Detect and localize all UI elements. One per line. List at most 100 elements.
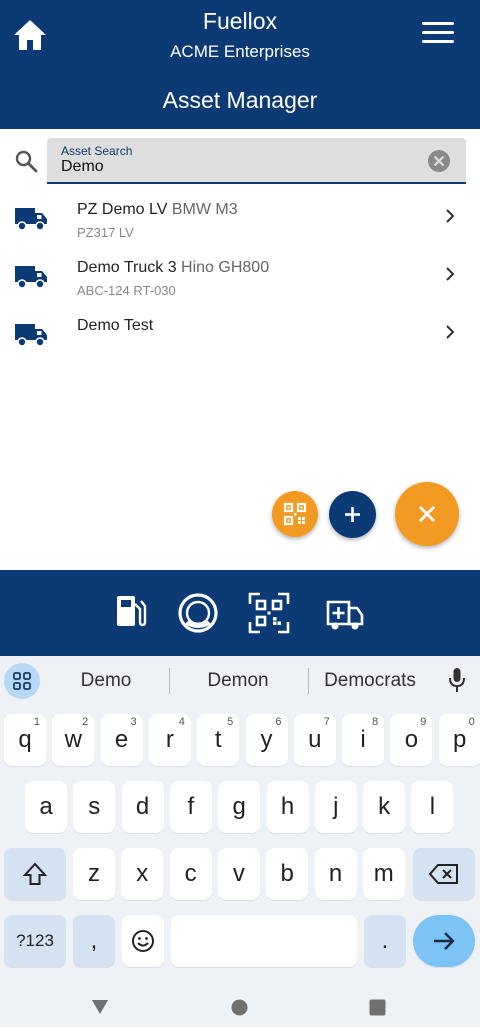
suggestion-divider	[308, 668, 309, 694]
key-label: j	[333, 793, 339, 820]
ambulance-icon[interactable]	[326, 592, 364, 634]
search-label: Asset Search	[61, 144, 133, 158]
suggestion-1[interactable]: Demo	[56, 670, 156, 692]
add-asset-button[interactable]	[329, 491, 376, 538]
key-hint: 3	[130, 716, 137, 728]
asset-title: PZ Demo LV BMW M3	[77, 201, 238, 219]
key-y[interactable]: y6	[245, 714, 288, 766]
key-label: p	[453, 726, 467, 753]
truck-icon	[14, 264, 48, 290]
key-l[interactable]: l	[411, 781, 454, 833]
key-u[interactable]: u7	[293, 714, 336, 766]
key-label: i	[360, 726, 366, 753]
space-key[interactable]	[171, 915, 357, 967]
clear-search-button[interactable]	[428, 150, 450, 172]
keyboard-apps-button[interactable]	[4, 663, 40, 699]
key-hint: 2	[82, 716, 89, 728]
truck-icon	[14, 322, 48, 348]
key-v[interactable]: v	[217, 848, 260, 900]
asset-row[interactable]: PZ Demo LV BMW M3 PZ317 LV	[0, 200, 480, 256]
suggestion-bar: Demo Demon Democrats	[0, 656, 480, 706]
scan-qr-button[interactable]	[272, 491, 318, 537]
asset-name: Demo Truck 3	[77, 259, 177, 276]
key-s[interactable]: s	[73, 781, 116, 833]
key-f[interactable]: f	[169, 781, 212, 833]
fuel-pump-icon[interactable]	[114, 592, 148, 634]
key-label: z	[88, 860, 100, 887]
key-hint: 8	[371, 716, 379, 728]
suggestion-3[interactable]: Democrats	[314, 670, 426, 692]
key-label: q	[18, 726, 32, 753]
key-p[interactable]: p0	[438, 714, 480, 766]
key-label: c	[184, 860, 197, 887]
shift-icon	[22, 862, 48, 885]
suggestion-2[interactable]: Demon	[182, 670, 294, 692]
asset-search-input[interactable]: Asset Search Demo	[47, 138, 466, 184]
shift-key[interactable]	[4, 848, 66, 900]
app-header: Fuellox ACME Enterprises Asset Manager	[0, 0, 480, 129]
asset-registration: ABC-124 RT-030	[77, 283, 176, 298]
close-icon	[433, 155, 445, 167]
search-value[interactable]: Demo	[61, 158, 104, 176]
key-a[interactable]: a	[25, 781, 67, 833]
key-label: b	[280, 860, 294, 887]
key-label: .	[381, 927, 389, 954]
key-w[interactable]: w2	[52, 714, 95, 766]
emoji-key[interactable]	[122, 915, 164, 967]
app-title: Fuellox	[202, 8, 278, 34]
key-m[interactable]: m	[362, 848, 405, 900]
key-label: m	[373, 860, 394, 887]
key-hint: 6	[275, 716, 282, 728]
key-label: v	[232, 860, 245, 887]
voice-input-button[interactable]	[448, 667, 466, 693]
key-r[interactable]: r4	[148, 714, 191, 766]
key-q[interactable]: q1	[4, 714, 46, 766]
key-hint: 5	[227, 716, 234, 728]
key-k[interactable]: k	[363, 781, 406, 833]
asset-row[interactable]: Demo Test	[0, 316, 480, 372]
key-z[interactable]: z	[73, 848, 115, 900]
symbols-key[interactable]: ?123	[4, 915, 66, 967]
key-g[interactable]: g	[218, 781, 261, 833]
key-label: d	[135, 793, 150, 820]
home-nav-icon[interactable]	[231, 999, 248, 1016]
key-label: y	[260, 726, 273, 753]
key-x[interactable]: x	[121, 848, 164, 900]
recents-nav-icon[interactable]	[369, 999, 386, 1016]
backspace-key[interactable]	[413, 848, 475, 900]
qr-scan-icon[interactable]	[248, 592, 290, 634]
key-d[interactable]: d	[121, 781, 164, 833]
chevron-right-icon	[443, 208, 457, 224]
arrow-right-icon	[434, 932, 455, 950]
key-label: u	[308, 726, 322, 753]
comma-key[interactable]: ,	[73, 915, 115, 967]
backspace-icon	[428, 864, 458, 884]
key-b[interactable]: b	[266, 848, 309, 900]
key-i[interactable]: i8	[342, 714, 385, 766]
key-hint: 7	[323, 716, 330, 728]
enter-key[interactable]	[413, 915, 475, 967]
tire-gauge-icon[interactable]	[177, 592, 219, 634]
key-label: g	[232, 793, 246, 820]
close-icon	[419, 506, 435, 522]
key-j[interactable]: j	[314, 781, 357, 833]
key-h[interactable]: h	[266, 781, 309, 833]
period-key[interactable]: .	[364, 915, 406, 967]
key-label: ?123	[16, 931, 54, 950]
key-t[interactable]: t5	[197, 714, 240, 766]
menu-button[interactable]	[422, 22, 454, 48]
page-title: Asset Manager	[162, 87, 318, 113]
asset-name: PZ Demo LV	[77, 201, 168, 218]
key-label: r	[165, 726, 174, 753]
key-o[interactable]: o9	[390, 714, 433, 766]
menu-icon	[422, 22, 454, 25]
key-c[interactable]: c	[169, 848, 212, 900]
close-fab-menu-button[interactable]	[395, 482, 459, 546]
key-e[interactable]: e3	[100, 714, 143, 766]
key-n[interactable]: n	[314, 848, 357, 900]
back-nav-icon[interactable]	[91, 999, 109, 1015]
key-label: l	[429, 793, 436, 820]
asset-row[interactable]: Demo Truck 3 Hino GH800 ABC-124 RT-030	[0, 258, 480, 314]
suggestion-divider	[169, 668, 170, 694]
asset-title: Demo Test	[77, 317, 153, 335]
